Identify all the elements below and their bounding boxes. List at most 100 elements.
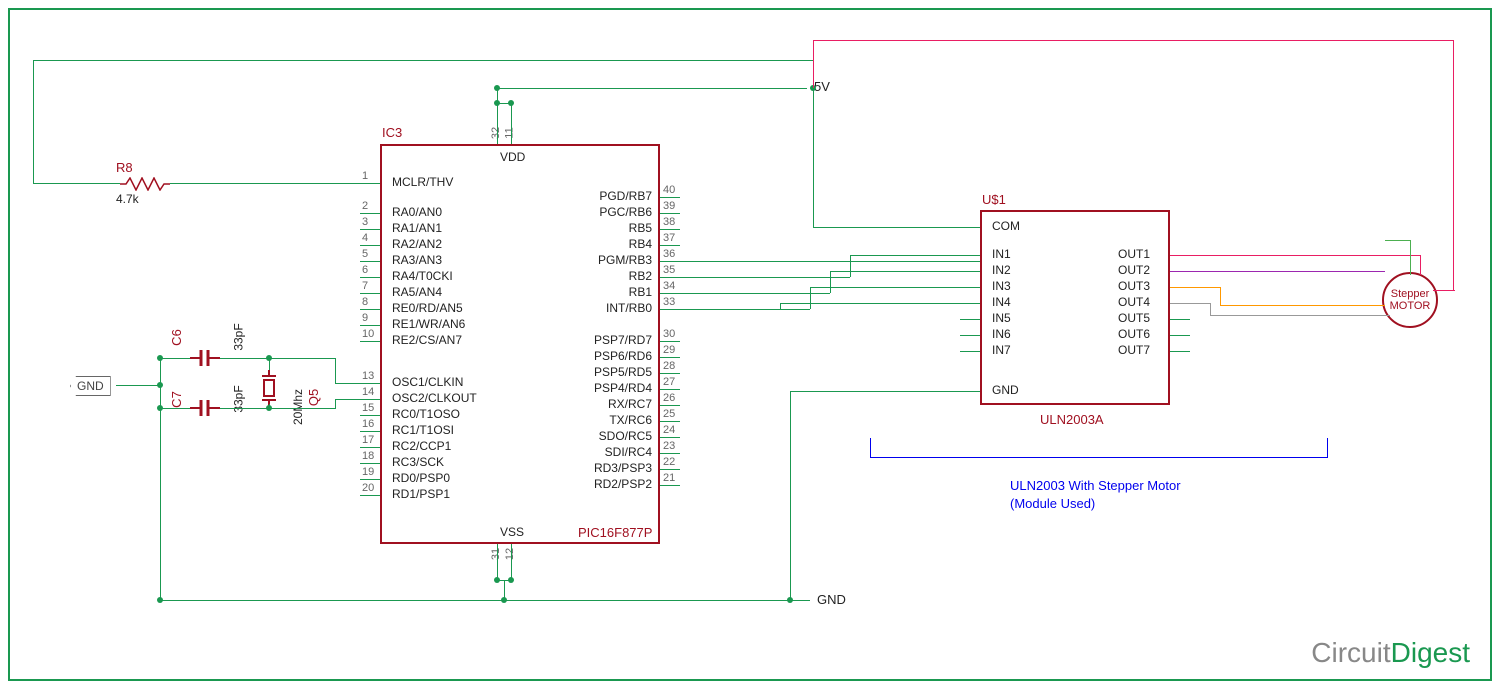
wire-out4 [1170,303,1210,304]
wire [810,287,980,288]
wire [335,399,380,400]
pin-stub [360,277,380,278]
junction [266,355,272,361]
wire [33,60,813,61]
pin-label: RB2 [629,269,652,283]
pin-stub [1170,319,1190,320]
wire [160,358,190,359]
pin-num: 30 [663,328,675,340]
wire-out3 [1220,305,1385,306]
pin-stub [960,335,980,336]
pin-stub [360,495,380,496]
wire [170,183,380,184]
pin-label: IN6 [992,327,1011,341]
pin-label: INT/RB0 [606,301,652,315]
pin-num: 28 [663,360,675,372]
pin-label: RC0/T1OSO [392,407,460,421]
pin-label: PGM/RB3 [598,253,652,267]
motor-l2: MOTOR [1390,300,1431,312]
wire-5v-motor [813,40,1453,41]
module-text-2: (Module Used) [1010,496,1095,511]
wire [220,408,335,409]
pin-num: 25 [663,408,675,420]
c7-cap [190,398,220,418]
pin-label: GND [992,383,1019,397]
pin-stub [360,325,380,326]
r8-ref: R8 [116,160,133,175]
pin-label: RX/RC7 [608,397,652,411]
pin-num: 7 [362,280,368,292]
pin-label: SDI/RC4 [605,445,652,459]
wire [511,544,512,580]
pin-num: 14 [362,386,374,398]
pin-stub [360,341,380,342]
pin-num: 26 [663,392,675,404]
pin-label: RE0/RD/AN5 [392,301,463,315]
pin-label: IN5 [992,311,1011,325]
gnd-tag-left: GND [70,376,111,396]
pin-stub [1170,351,1190,352]
pin-label: RB4 [629,237,652,251]
junction [494,577,500,583]
pin-stub [660,437,680,438]
pin-label: OUT7 [1118,343,1150,357]
wire [850,255,851,277]
junction [508,577,514,583]
wire [33,60,34,184]
pin-label: RD2/PSP2 [594,477,652,491]
junction [494,85,500,91]
ic3-vdd-label: VDD [500,150,525,164]
pin-label: IN7 [992,343,1011,357]
pin-num: 24 [663,424,675,436]
wire [790,391,791,601]
pin-label: OUT1 [1118,247,1150,261]
wire [830,271,980,272]
ic3-pin-11: 11 [504,127,516,138]
pin-stub [660,373,680,374]
wire-5v-motor [1453,40,1454,290]
pin-num: 39 [663,200,675,212]
pin-label: IN4 [992,295,1011,309]
pin-stub [660,485,680,486]
wire-5v-motor [1433,290,1455,291]
pin-label: RA3/AN3 [392,253,442,267]
logo-circuitdigest: CircuitDigest [1311,637,1470,669]
pin-label: RC2/CCP1 [392,439,451,453]
pin-num: 19 [362,466,374,478]
pin-num: 23 [663,440,675,452]
wire-out1 [1420,255,1421,275]
wire [160,408,190,409]
pin-num: 3 [362,216,368,228]
pin-num: 34 [663,280,675,292]
pin-label: RE1/WR/AN6 [392,317,465,331]
junction [494,100,500,106]
pin-stub [360,261,380,262]
pin-stub [660,389,680,390]
schematic-frame [8,8,1492,681]
wire [660,309,780,310]
junction [508,100,514,106]
pin-num: 35 [663,264,675,276]
net-5v: 5V [814,79,830,94]
pin-num: 9 [362,312,368,324]
wire [116,385,161,386]
wire [160,358,161,601]
pin-label: OUT3 [1118,279,1150,293]
wire-out4 [1210,315,1390,316]
ic3-vss-label: VSS [500,525,524,539]
pin-stub [1170,335,1190,336]
pin-label: IN1 [992,247,1011,261]
pin-stub [960,351,980,352]
r8-val: 4.7k [116,192,139,206]
pin-num: 16 [362,418,374,430]
junction [157,405,163,411]
junction [157,382,163,388]
pin-num: 22 [663,456,675,468]
wire-5v-motor [1385,240,1410,241]
wire-out3 [1170,287,1220,288]
pin-label: RD0/PSP0 [392,471,450,485]
wire [497,103,498,144]
stepper-motor: Stepper MOTOR [1382,272,1438,328]
pin-stub [360,245,380,246]
motor-l1: Stepper [1391,288,1430,300]
